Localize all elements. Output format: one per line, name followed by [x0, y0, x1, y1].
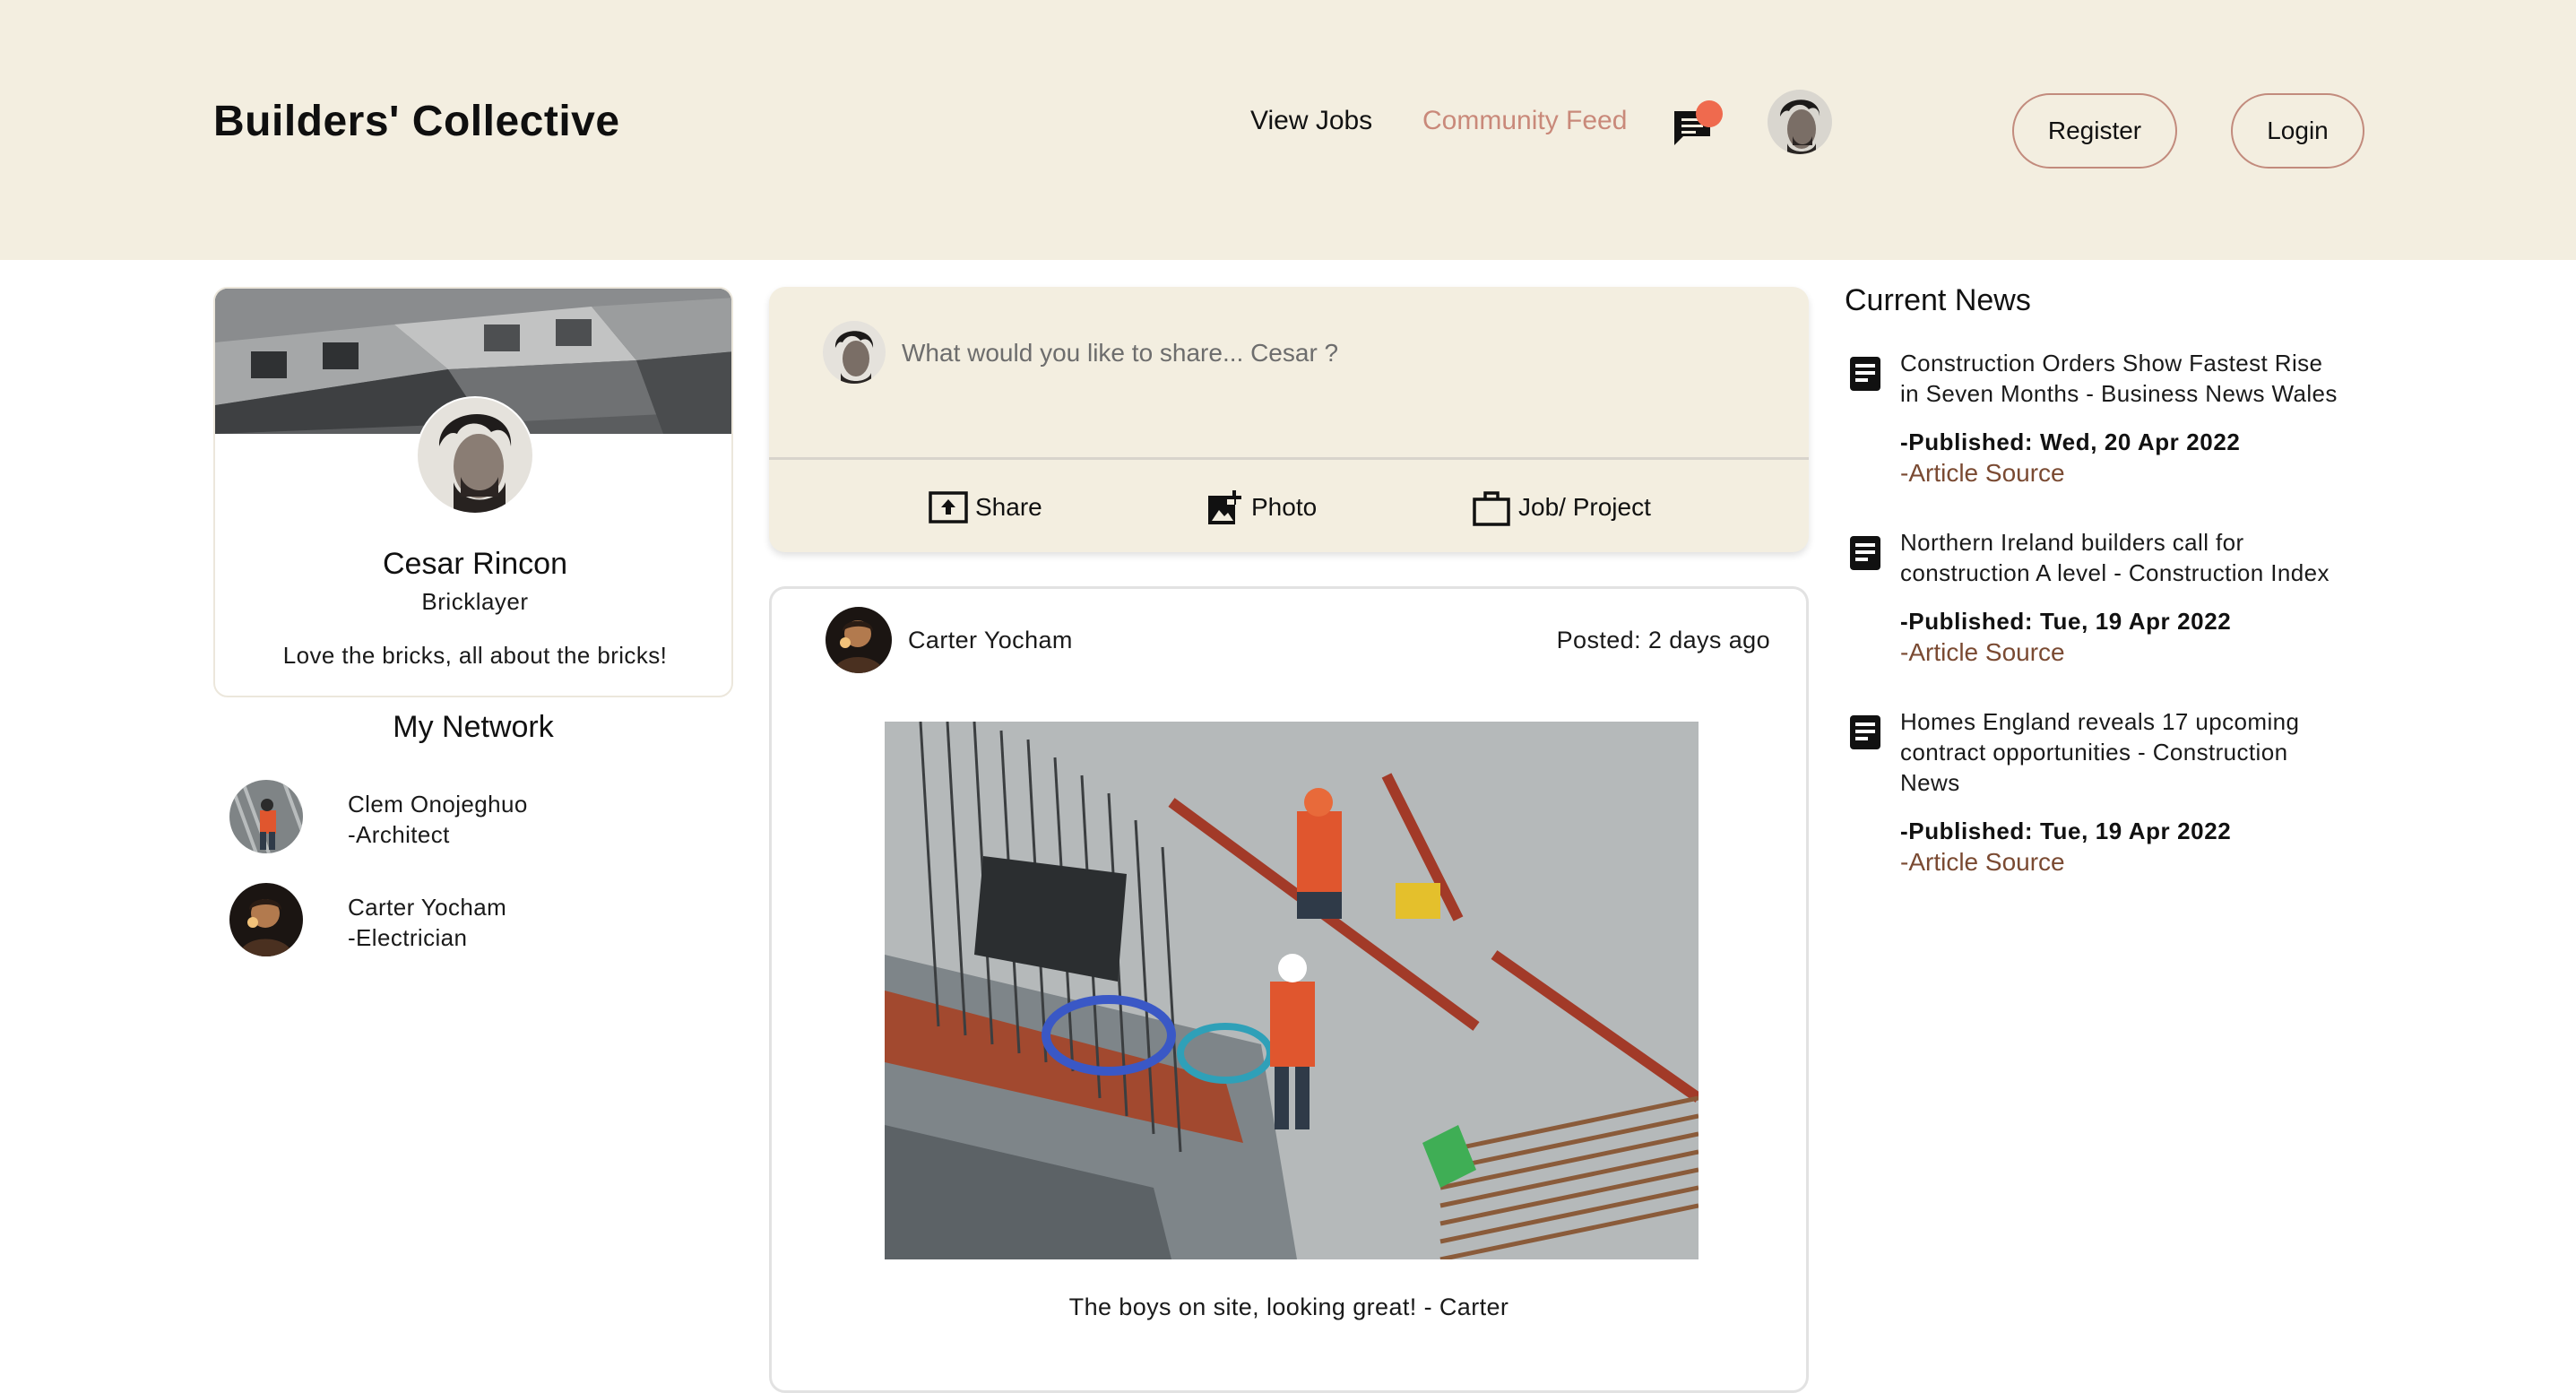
news-headline-line: in Seven Months - Business News Wales: [1900, 380, 2338, 407]
nav-view-jobs[interactable]: View Jobs: [1250, 106, 1372, 136]
network-name: Carter Yocham: [348, 894, 507, 921]
job-project-label: Job/ Project: [1518, 493, 1651, 521]
add-photo-icon: [1208, 490, 1241, 524]
article-icon: [1850, 715, 1880, 749]
nav-community-feed[interactable]: Community Feed: [1422, 106, 1627, 136]
post-timestamp: Posted: 2 days ago: [1556, 627, 1770, 653]
news-headline-line: Construction Orders Show Fastest Rise: [1900, 350, 2323, 376]
network-title: My Network: [393, 710, 554, 744]
photo-label: Photo: [1251, 493, 1318, 521]
post-photo[interactable]: [885, 722, 1699, 1259]
news-title: Current News: [1845, 283, 2031, 317]
news-headline-line: contract opportunities - Construction: [1900, 739, 2288, 766]
login-button[interactable]: Login: [2231, 93, 2364, 169]
composer-divider: [769, 457, 1809, 460]
network-role: -Architect: [348, 821, 450, 848]
post-composer: Share Photo Job/ Project: [769, 287, 1809, 552]
profile-role: Bricklayer: [421, 588, 529, 615]
article-source-link[interactable]: -Article Source: [1900, 638, 2065, 667]
article-source-link[interactable]: -Article Source: [1900, 848, 2065, 877]
network-name: Clem Onojeghuo: [348, 791, 528, 818]
article-source-link[interactable]: -Article Source: [1900, 459, 2065, 488]
news-headline-line: Northern Ireland builders call for: [1900, 529, 2244, 556]
news-headline-line: News: [1900, 769, 1960, 796]
profile-bio: Love the bricks, all about the bricks!: [282, 642, 668, 669]
composer-avatar: [823, 321, 886, 384]
profile-name: Cesar Rincon: [383, 547, 567, 581]
briefcase-icon: [1473, 491, 1510, 526]
post-author-avatar[interactable]: [826, 607, 892, 673]
notification-badge: [1696, 100, 1723, 127]
news-date: -Published: Tue, 19 Apr 2022: [1900, 608, 2232, 635]
network-item[interactable]: Clem Onojeghuo -Architect: [229, 780, 731, 855]
news-headline-line: construction A level - Construction Inde…: [1900, 559, 2330, 586]
news-headline: Homes England reveals 17 upcoming contra…: [1900, 706, 2384, 798]
profile-card: Cesar Rincon Bricklayer Love the bricks,…: [213, 287, 733, 697]
photo-button[interactable]: Photo: [1206, 486, 1317, 529]
news-date: -Published: Tue, 19 Apr 2022: [1900, 818, 2232, 844]
job-project-button[interactable]: Job/ Project: [1472, 486, 1651, 529]
news-date: -Published: Wed, 20 Apr 2022: [1900, 428, 2241, 455]
share-button[interactable]: Share: [929, 486, 1042, 529]
news-headline-line: Homes England reveals 17 upcoming: [1900, 708, 2300, 735]
news-headline: Construction Orders Show Fastest Rise in…: [1900, 348, 2384, 409]
post-author-name[interactable]: Carter Yocham: [908, 627, 1073, 654]
network-avatar: [229, 780, 303, 853]
share-input[interactable]: [902, 326, 1762, 380]
top-header: Builders' Collective View Jobs Community…: [0, 0, 2576, 260]
register-button[interactable]: Register: [2012, 93, 2177, 169]
share-label: Share: [975, 493, 1042, 521]
profile-avatar[interactable]: [416, 396, 534, 515]
network-item[interactable]: Carter Yocham -Electrician: [229, 883, 731, 958]
news-headline: Northern Ireland builders call for const…: [1900, 527, 2384, 588]
network-role: -Electrician: [348, 924, 468, 951]
feed-post: Carter Yocham Posted: 2 days ago The boy…: [769, 586, 1809, 1393]
network-avatar: [229, 883, 303, 956]
brand-logo[interactable]: Builders' Collective: [213, 97, 620, 146]
upload-box-icon: [929, 491, 968, 523]
post-caption: The boys on site, looking great! - Carte…: [1068, 1294, 1509, 1320]
article-icon: [1850, 357, 1880, 391]
article-icon: [1850, 536, 1880, 570]
user-avatar[interactable]: [1768, 90, 1832, 154]
